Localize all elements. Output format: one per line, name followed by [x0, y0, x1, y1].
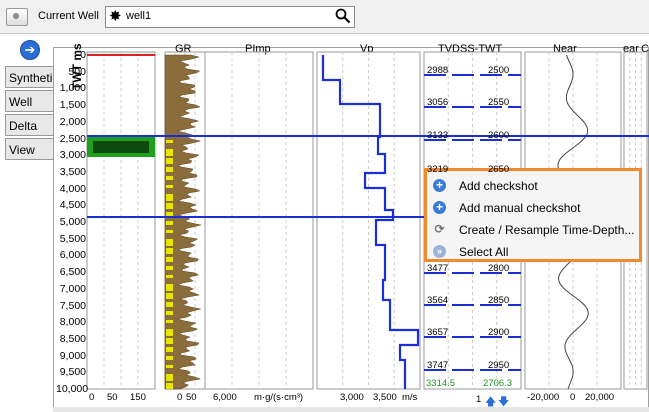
tvdss-page-number: 1 — [476, 394, 482, 405]
move-down-icon[interactable]: 🡇 — [498, 393, 509, 412]
twt-tick-label: 10,000 — [56, 383, 89, 395]
gr-sand-fill — [166, 176, 173, 180]
twt-tick-label: 4,000 — [59, 182, 86, 195]
tvdss-depth-value: 3056 — [427, 97, 449, 108]
twt-tick-label: 3,000 — [59, 149, 86, 162]
move-up-icon[interactable]: 🡅 — [485, 393, 496, 412]
gr-sand-fill — [166, 185, 173, 188]
twt-tick-label: 7,500 — [59, 299, 86, 312]
twt-tick-label: 0 — [80, 49, 86, 61]
gr-sand-fill — [166, 284, 173, 291]
twt-tick-label: 4,500 — [59, 199, 86, 212]
tvdss-depth-value: 3564 — [427, 295, 449, 306]
gr-sand-fill — [166, 365, 173, 368]
add-icon: + — [433, 179, 446, 192]
gr-sand-fill — [166, 374, 173, 381]
gr-sand-fill — [166, 320, 173, 323]
menu-item-add-manual-checkshot[interactable]: + Add manual checkshot — [427, 197, 639, 219]
synthetic-zone-core — [93, 141, 149, 153]
twt-tick-label: 9,000 — [59, 349, 86, 362]
tvdss-depth-value: 2988 — [427, 65, 449, 76]
gr-axis-max: 150 — [130, 392, 146, 403]
tvdss-footer-twt: 2706.3 — [483, 378, 513, 389]
gr-sand-fill — [166, 221, 173, 225]
gr-sand-fill — [166, 329, 173, 336]
tvdss-depth-value: 3657 — [427, 327, 449, 338]
gr-sand-fill — [166, 311, 173, 315]
near-axis-max: 20,000 — [585, 392, 615, 403]
gr-sand-fill — [166, 338, 173, 344]
tvdss-depth-value: 3219 — [427, 164, 449, 175]
tvdss-depth-value: 3477 — [427, 263, 449, 274]
resample-icon: ⟳ — [434, 222, 445, 236]
gr-sand-fill — [166, 383, 173, 389]
twt-tick-label: 2,500 — [59, 132, 86, 145]
vp-curve — [321, 55, 420, 389]
gr-sand-fill — [166, 347, 173, 352]
gr-sand-fill — [166, 167, 173, 172]
gr-axis-mid: 50 — [107, 392, 118, 403]
twt-tick-label: 2,000 — [59, 115, 86, 128]
near-axis-mid: 0 — [570, 392, 576, 403]
twt-tick-label: 3,500 — [59, 165, 86, 178]
vp-axis-max: 3,500 — [373, 392, 397, 403]
gr-sand-fill — [166, 194, 173, 201]
tvdss-twt-value: 2900 — [488, 327, 510, 338]
tvdss-depth-value: 3747 — [427, 360, 449, 371]
tvdss-twt-value: 2950 — [488, 360, 510, 371]
menu-item-create-resample[interactable]: ⟳ Create / Resample Time-Depth... — [427, 219, 639, 241]
tvdss-depth-value: 3133 — [427, 130, 449, 141]
gr-sand-fill — [166, 158, 173, 164]
near-axis-min: -20,000 — [527, 392, 560, 403]
twt-tick-label: 1,000 — [59, 82, 86, 95]
pimp-axis-value: 6,000 — [213, 392, 237, 403]
twt-tick-label: 9,500 — [59, 366, 86, 379]
gr2-axis-min: 0 — [177, 392, 183, 403]
context-menu: + Add checkshot + Add manual checkshot ⟳… — [424, 168, 642, 262]
tvdss-twt-value: 2850 — [488, 295, 510, 306]
tvdss-twt-value: 2550 — [488, 97, 510, 108]
twt-tick-label: 6,000 — [59, 249, 86, 262]
gr-sand-fill — [166, 275, 173, 278]
gr-sand-fill — [166, 230, 173, 233]
gr-sand-fill — [166, 293, 173, 299]
select-all-icon: » — [433, 245, 446, 258]
add-icon: + — [433, 201, 446, 214]
gr-sand-fill — [166, 248, 173, 254]
gr-sand-fill — [166, 356, 173, 360]
twt-tick-label: 8,500 — [59, 332, 86, 345]
twt-tick-label: 6,500 — [59, 266, 86, 279]
gr-sand-fill — [166, 140, 173, 143]
twt-tick-label: 5,000 — [59, 216, 86, 228]
gr-sand-fill — [166, 257, 173, 262]
twt-tick-label: 5,500 — [59, 232, 86, 245]
tvdss-twt-value: 2800 — [488, 263, 510, 274]
vp-axis-min: 3,000 — [340, 392, 364, 403]
menu-item-select-all[interactable]: » Select All — [427, 241, 639, 263]
tvdss-twt-value: 2650 — [488, 164, 510, 175]
tvdss-footer-depth: 3314.5 — [426, 378, 456, 389]
pimp-axis-unit: m·g/(s·cm³) — [254, 392, 304, 403]
gr-sand-fill — [166, 149, 173, 156]
gr2-axis-max: 50 — [186, 392, 197, 403]
twt-tick-label: 1,500 — [59, 99, 86, 112]
gr-sand-fill — [166, 239, 173, 246]
twt-tick-label: 500 — [68, 65, 86, 78]
gr-sand-fill — [166, 302, 173, 307]
gr-axis-min: 0 — [89, 392, 95, 403]
vp-axis-unit: m/s — [402, 392, 418, 403]
twt-tick-label: 7,000 — [59, 282, 86, 295]
tvdss-twt-value: 2500 — [488, 65, 510, 76]
gr-sand-fill — [166, 203, 173, 209]
gr-sand-fill — [166, 266, 173, 270]
menu-item-add-checkshot[interactable]: + Add checkshot — [427, 175, 639, 197]
twt-tick-label: 8,000 — [59, 316, 86, 329]
tvdss-twt-value: 2600 — [488, 130, 510, 141]
